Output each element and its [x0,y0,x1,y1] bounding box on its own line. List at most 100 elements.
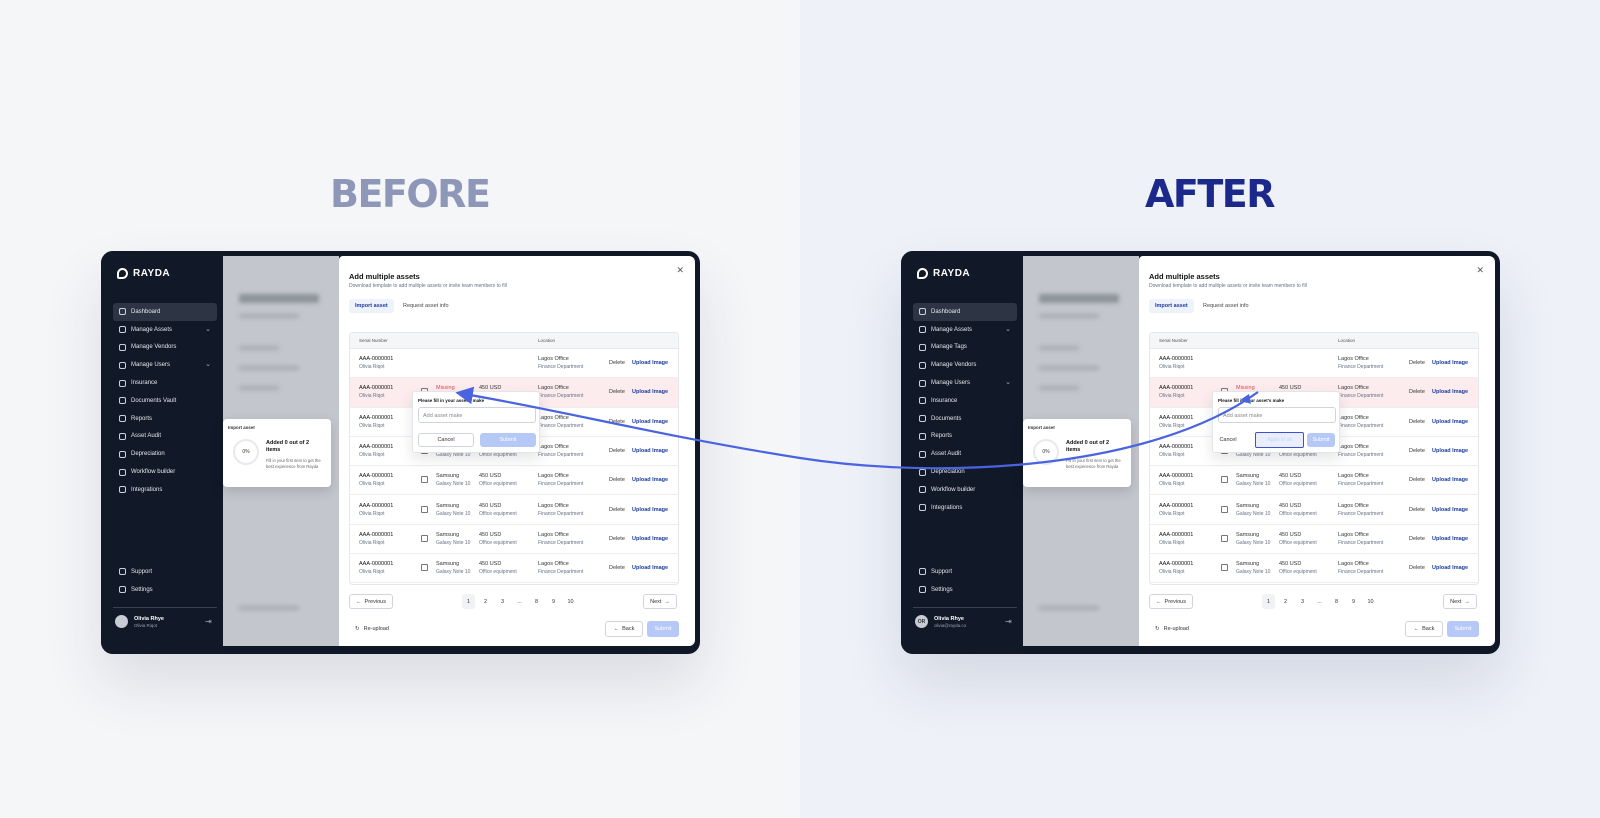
sidebar-item[interactable]: Insurance [913,392,1017,410]
previous-page-button[interactable]: ← Previous [1149,594,1193,609]
sidebar-item[interactable]: Workflow builder [913,481,1017,499]
delete-link[interactable]: Delete [1409,448,1425,454]
sidebar-item[interactable]: Manage Assets ⌄ [913,321,1017,339]
chevron-down-icon[interactable]: ⌄ [1005,378,1011,386]
table-row[interactable]: AAA-0000001Olivia Riqot SamsungGalaxy Not… [350,496,678,525]
asset-make-input[interactable]: Add asset make [418,407,536,423]
table-row[interactable]: AAA-0000001Olivia Riqot SamsungGalaxy Not… [1150,525,1478,555]
logout-icon[interactable]: ⇥ [1005,617,1012,626]
delete-link[interactable]: Delete [1409,360,1425,366]
sidebar-item[interactable]: Dashboard [913,303,1017,321]
delete-link[interactable]: Delete [1409,536,1425,542]
brand-logo[interactable]: RAYDA [917,268,970,279]
next-page-button[interactable]: Next → [643,594,677,609]
upload-image-link[interactable]: Upload Image [1432,536,1468,542]
previous-page-button[interactable]: ← Previous [349,594,393,609]
brand-logo[interactable]: RAYDA [117,268,170,279]
sidebar-item[interactable]: Documents [913,410,1017,428]
chevron-down-icon[interactable]: ⌄ [1005,325,1011,333]
delete-link[interactable]: Delete [609,389,625,395]
modal-submit-button[interactable]: Submit [647,621,679,637]
sidebar-item[interactable]: Depreciation [113,445,217,463]
delete-link[interactable]: Delete [1409,419,1425,425]
table-row[interactable]: AAA-0000001 Olivia Riqot Lagos Office Finan… [350,349,678,379]
delete-link[interactable]: Delete [609,507,625,513]
upload-image-link[interactable]: Upload Image [632,419,668,425]
page-number[interactable]: ... [1313,594,1326,609]
sidebar-item[interactable]: Depreciation [913,463,1017,481]
page-number[interactable]: 3 [1296,594,1309,609]
re-upload-button[interactable]: ↻ Re-upload [355,626,389,632]
close-icon[interactable]: ✕ [676,265,684,276]
upload-image-link[interactable]: Upload Image [632,389,668,395]
sidebar-item[interactable]: Manage Assets ⌄ [113,321,217,339]
delete-link[interactable]: Delete [1409,389,1425,395]
table-row[interactable]: AAA-0000001Olivia Riqot SamsungGalaxy Not… [1150,496,1478,525]
sidebar-item[interactable]: Support [913,563,1017,581]
upload-image-link[interactable]: Upload Image [632,565,668,571]
delete-link[interactable]: Delete [609,360,625,366]
upload-image-link[interactable]: Upload Image [632,360,668,366]
sidebar-item[interactable]: Insurance [113,374,217,392]
page-number[interactable]: 1 [1262,594,1275,609]
sidebar-item[interactable]: Manage Vendors [113,339,217,357]
sidebar-item[interactable]: Asset Audit [913,445,1017,463]
apply-to-all-button[interactable]: Apply to all [1255,432,1304,448]
upload-image-link[interactable]: Upload Image [1432,419,1468,425]
cancel-button[interactable]: Cancel [418,433,474,447]
page-number[interactable]: ... [513,594,526,609]
upload-image-link[interactable]: Upload Image [1432,389,1468,395]
table-row[interactable]: AAA-0000001 Olivia Riqot Lagos Office Finan… [1150,349,1478,379]
page-number[interactable]: 9 [1347,594,1360,609]
table-row[interactable]: AAA-0000001Olivia Riqot SamsungGalaxy Not… [350,554,678,584]
page-number[interactable]: 2 [479,594,492,609]
back-button[interactable]: ← Back [605,621,643,637]
sidebar-item[interactable]: Reports [913,428,1017,446]
re-upload-button[interactable]: ↻ Re-upload [1155,626,1189,632]
sidebar-item[interactable]: Integrations [113,481,217,499]
page-number[interactable]: 3 [496,594,509,609]
upload-image-link[interactable]: Upload Image [632,477,668,483]
sidebar-item[interactable]: Manage Users ⌄ [913,374,1017,392]
sidebar-item[interactable]: Workflow builder [113,463,217,481]
sidebar-item[interactable]: Reports [113,410,217,428]
chevron-down-icon[interactable]: ⌄ [205,325,211,333]
upload-image-link[interactable]: Upload Image [1432,360,1468,366]
delete-link[interactable]: Delete [1409,477,1425,483]
sidebar-item[interactable]: Settings [913,581,1017,599]
submit-button[interactable]: Submit [1307,433,1335,447]
submit-button[interactable]: Submit [480,433,536,447]
upload-image-link[interactable]: Upload Image [1432,448,1468,454]
upload-image-link[interactable]: Upload Image [1432,477,1468,483]
delete-link[interactable]: Delete [1409,507,1425,513]
sidebar-item[interactable]: Asset Audit [113,428,217,446]
upload-image-link[interactable]: Upload Image [632,448,668,454]
upload-image-link[interactable]: Upload Image [632,536,668,542]
page-number[interactable]: 10 [564,594,577,609]
upload-image-link[interactable]: Upload Image [1432,565,1468,571]
upload-image-link[interactable]: Upload Image [1432,507,1468,513]
sidebar-item[interactable]: Manage Users ⌄ [113,356,217,374]
table-row[interactable]: AAA-0000001Olivia Riqot SamsungGalaxy Not… [1150,554,1478,584]
delete-link[interactable]: Delete [609,419,625,425]
asset-make-input[interactable]: Add asset make [1218,407,1336,423]
table-row[interactable]: AAA-0000001Olivia Riqot SamsungGalaxy Not… [1150,466,1478,496]
table-row[interactable]: AAA-0000001Olivia Riqot SamsungGalaxy Not… [350,525,678,555]
delete-link[interactable]: Delete [609,565,625,571]
page-number[interactable]: 2 [1279,594,1292,609]
page-number[interactable]: 8 [1330,594,1343,609]
delete-link[interactable]: Delete [609,477,625,483]
user-profile[interactable]: OR Olivia Rhye olivia@rayda.co [915,615,966,628]
logout-icon[interactable]: ⇥ [205,617,212,626]
sidebar-item[interactable]: Integrations [913,499,1017,517]
page-number[interactable]: 9 [547,594,560,609]
table-row[interactable]: AAA-0000001Olivia Riqot SamsungGalaxy Not… [350,466,678,496]
page-number[interactable]: 8 [530,594,543,609]
next-page-button[interactable]: Next → [1443,594,1477,609]
tab-import-asset[interactable]: Import asset [1149,299,1194,313]
sidebar-item[interactable]: Manage Tags [913,339,1017,357]
page-number[interactable]: 10 [1364,594,1377,609]
delete-link[interactable]: Delete [609,536,625,542]
user-profile[interactable]: Olivia Rhye Olivia Riqot [115,615,164,628]
tab-import-asset[interactable]: Import asset [349,299,394,313]
